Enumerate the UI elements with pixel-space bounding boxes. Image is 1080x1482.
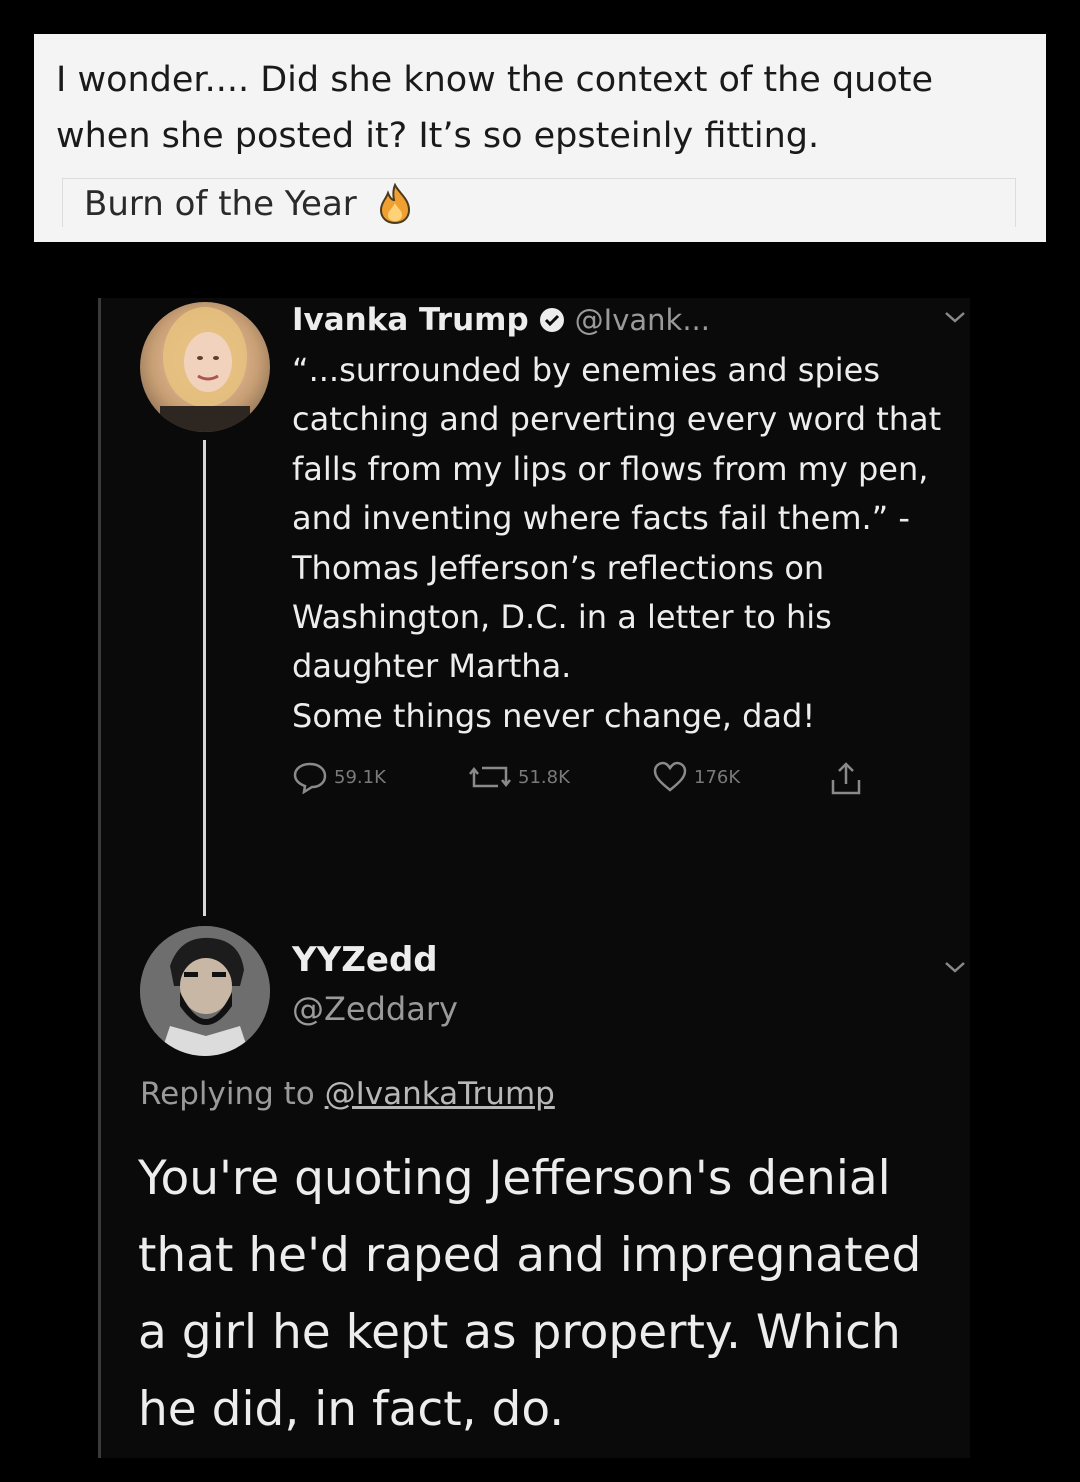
retweet-count: 51.8K (518, 766, 570, 788)
retweet-button[interactable]: 51.8K (468, 760, 570, 794)
handle[interactable]: @Ivank... (575, 303, 710, 337)
reply-display-name[interactable]: YYZedd (292, 940, 438, 980)
award-label: Burn of the Year (84, 184, 357, 224)
comment-text: I wonder.... Did she know the context of… (56, 60, 934, 156)
comment-card: I wonder.... Did she know the context of… (34, 34, 1046, 242)
replying-to-link[interactable]: @IvankaTrump (325, 1076, 555, 1112)
reply-text: You're quoting Jefferson's denial that h… (138, 1151, 922, 1437)
like-button[interactable]: 176K (652, 760, 740, 794)
verified-badge-icon (539, 307, 565, 333)
tweet-text: “...surrounded by enemies and spies catc… (292, 351, 942, 735)
heart-icon (653, 761, 687, 792)
replying-to-label: Replying to (140, 1076, 315, 1112)
reply-button[interactable]: 59.1K (292, 760, 386, 794)
avatar[interactable] (140, 926, 270, 1056)
like-count: 176K (694, 766, 741, 788)
award-box-right-edge (1015, 179, 1016, 227)
fire-icon (377, 183, 413, 225)
award-badge[interactable]: Burn of the Year (84, 174, 413, 234)
retweet-icon (469, 766, 511, 788)
chevron-down-icon[interactable] (944, 310, 966, 324)
avatar[interactable] (140, 302, 270, 432)
tweet-header: Ivanka Trump @Ivank... (292, 298, 710, 342)
chevron-down-icon[interactable] (944, 960, 966, 974)
panel-left-border (98, 298, 101, 1458)
award-box-left-edge (62, 179, 63, 227)
reply-icon (293, 762, 327, 794)
display-name[interactable]: Ivanka Trump (292, 302, 529, 338)
share-icon (831, 762, 861, 795)
reply-handle[interactable]: @Zeddary (292, 990, 458, 1028)
thread-connector-line (203, 440, 206, 916)
tweet-actions: 59.1K 51.8K 176K (292, 760, 882, 800)
reply-count: 59.1K (334, 766, 386, 788)
replying-to: Replying to @IvankaTrump (140, 1076, 555, 1112)
share-button[interactable] (828, 760, 864, 798)
